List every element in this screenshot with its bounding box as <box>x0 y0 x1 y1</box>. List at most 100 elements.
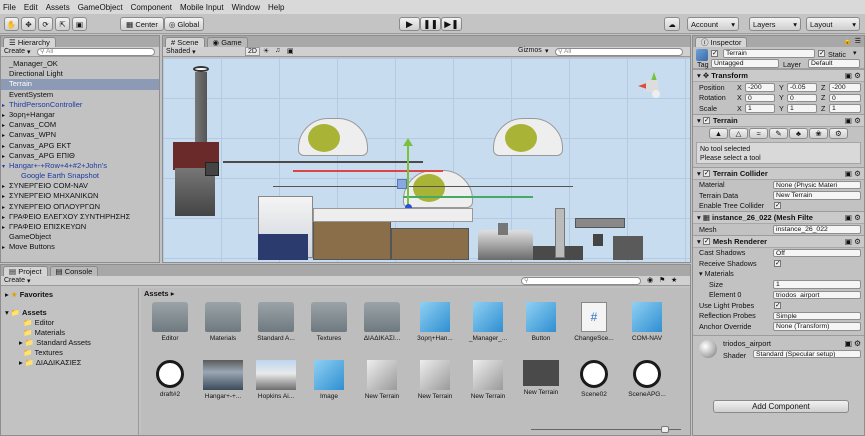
hierarchy-item[interactable]: Directional Light <box>1 69 159 79</box>
reflection-probes-dropdown[interactable]: Simple <box>773 311 861 320</box>
play-button[interactable]: ▶ <box>399 17 420 31</box>
filter-type-icon[interactable]: ◉ <box>647 276 653 284</box>
asset-item[interactable]: Hangar+-+... <box>200 360 246 400</box>
gizmos-dropdown[interactable]: Gizmos <box>518 47 542 54</box>
asset-item[interactable]: _Manager_... <box>465 302 511 342</box>
book-icon[interactable]: ▣ <box>845 116 852 125</box>
gizmo-plane-handle[interactable] <box>397 179 407 189</box>
account-dropdown[interactable]: Account ▾ <box>687 17 739 31</box>
hierarchy-item[interactable]: Terrain <box>1 79 159 90</box>
position-x-field[interactable]: -200 <box>745 83 775 92</box>
hierarchy-item[interactable]: ▸ ΣΥΝΕΡΓΕΙΟ COM-NAV <box>1 181 159 191</box>
active-checkbox[interactable]: ✓ <box>711 50 718 57</box>
audio-toggle-icon[interactable]: ♫ <box>275 47 280 54</box>
hierarchy-item[interactable]: ▸ ΣΥΝΕΡΓΕΙΟ ΜΗΧΑΝΙΚΩΝ <box>1 191 159 201</box>
terrain-enabled-checkbox[interactable]: ✓ <box>702 116 710 124</box>
project-tree-item[interactable]: ▸ 📁 Standard Assets <box>5 338 138 348</box>
transform-header[interactable]: ▾ ✥ Transform ▣ ⚙ <box>693 70 864 82</box>
space-toggle-button[interactable]: ◎ Global <box>164 17 204 31</box>
move-tool-icon[interactable]: ✥ <box>21 17 36 31</box>
asset-item[interactable]: ΔΙΑΔΙΚΑΣΙ... <box>359 302 405 342</box>
hierarchy-item[interactable]: ▸ Move Buttons <box>1 242 159 252</box>
menu-item-help[interactable]: Help <box>268 3 284 12</box>
menu-item-window[interactable]: Window <box>232 3 260 12</box>
menu-item-gameobject[interactable]: GameObject <box>78 3 123 12</box>
object-name-field[interactable]: Terrain <box>723 49 815 58</box>
place-trees-icon[interactable]: ♣ <box>789 128 808 139</box>
tab-project[interactable]: ▤ Project <box>3 266 48 276</box>
hierarchy-item[interactable]: ▸ Canvas_APG ΕΠΙΘ <box>1 151 159 161</box>
tab-hierarchy[interactable]: ☰ Hierarchy <box>3 37 56 47</box>
smooth-height-icon[interactable]: ≈ <box>749 128 768 139</box>
tab-inspector[interactable]: ⓘ Inspector <box>695 37 748 47</box>
gear-icon[interactable]: ⚙ <box>854 339 861 348</box>
project-tree-item[interactable]: 📁 Textures <box>5 348 138 358</box>
anchor-override-field[interactable]: None (Transform) <box>773 322 861 331</box>
hand-tool-icon[interactable]: ✋ <box>4 17 19 31</box>
asset-item[interactable]: Standard A... <box>253 302 299 342</box>
materials-row[interactable]: ▾ Materials <box>693 269 864 280</box>
gear-icon[interactable]: ⚙ <box>854 213 861 222</box>
paint-texture-icon[interactable]: ✎ <box>769 128 788 139</box>
cloud-icon[interactable]: ☁ <box>664 17 680 31</box>
book-icon[interactable]: ▣ <box>845 237 852 246</box>
tab-scene[interactable]: # Scene <box>165 37 205 47</box>
hierarchy-item[interactable]: ▸ ΓΡΑΦΕΙΟ ΕΛΕΓΧΟΥ ΣΥΝΤΗΡΗΣΗΣ <box>1 212 159 222</box>
tab-console[interactable]: ▤ Console <box>49 266 99 276</box>
project-search-input[interactable]: ⚲ <box>521 277 641 285</box>
menu-item-file[interactable]: File <box>3 3 16 12</box>
foldout-arrow-icon[interactable]: ▸ <box>2 131 9 140</box>
foldout-arrow-icon[interactable]: ▸ <box>2 152 9 161</box>
tab-game[interactable]: ◉ Game <box>206 37 248 47</box>
project-tree-item[interactable]: 📁 Editor <box>5 318 138 328</box>
asset-item[interactable]: # ChangeSce... <box>571 302 617 342</box>
hierarchy-create-button[interactable]: Create <box>4 48 25 55</box>
foldout-arrow-icon[interactable]: ▾ <box>2 162 9 171</box>
favorites-item[interactable]: ▸ ★ Favorites <box>5 290 138 300</box>
gizmo-y-axis[interactable] <box>407 144 409 206</box>
tree-collider-checkbox[interactable]: ✓ <box>774 202 781 210</box>
shader-dropdown[interactable]: Standard (Specular setup) <box>753 349 861 358</box>
asset-item[interactable]: COM-NAV <box>624 302 670 342</box>
scene-orientation-gizmo-icon[interactable] <box>638 72 666 100</box>
foldout-arrow-icon[interactable]: ▸ <box>2 111 9 120</box>
breadcrumb-assets[interactable]: Assets <box>144 289 169 298</box>
gizmo-y-arrow-icon[interactable] <box>403 138 413 146</box>
position-y-field[interactable]: -0.05 <box>787 83 817 92</box>
static-checkbox[interactable]: ✓ <box>818 50 825 57</box>
assets-tree-item[interactable]: ▾ 📁 Assets <box>5 308 138 318</box>
hierarchy-item[interactable]: ▸ Canvas_COM <box>1 120 159 130</box>
terrain-collider-header[interactable]: ▾ ✓ Terrain Collider ▣ ⚙ <box>693 167 864 180</box>
hierarchy-item[interactable]: ▸ Canvas_WPN <box>1 130 159 140</box>
project-create-button[interactable]: Create <box>4 277 25 284</box>
rotation-z-field[interactable]: 0 <box>829 93 861 102</box>
project-tree-item[interactable]: 📁 Materials <box>5 328 138 338</box>
asset-item[interactable]: 3ορη+Han... <box>412 302 458 342</box>
foldout-arrow-icon[interactable]: ▸ <box>2 121 9 130</box>
mesh-field[interactable]: instance_26_022 <box>773 225 861 234</box>
hierarchy-item[interactable]: Google Earth Snapshot <box>1 171 159 181</box>
hierarchy-item[interactable]: ▸ ThirdPersonController <box>1 100 159 110</box>
book-icon[interactable]: ▣ <box>845 169 852 178</box>
asset-item[interactable]: Hopkins Ai... <box>253 360 299 400</box>
terrain-header[interactable]: ▾ ✓ Terrain ▣ ⚙ <box>693 114 864 127</box>
hierarchy-search-input[interactable]: ⚲ All <box>37 48 155 56</box>
hierarchy-item[interactable]: ▸ ΓΡΑΦΕΙΟ ΕΠΙΣΚΕΥΩΝ <box>1 222 159 232</box>
slider-thumb[interactable] <box>661 426 669 433</box>
effects-toggle-icon[interactable]: ▣ <box>287 47 294 55</box>
mesh-filter-header[interactable]: ▾ ▦ instance_26_022 (Mesh Filte ▣ ⚙ <box>693 212 864 224</box>
gear-icon[interactable]: ⚙ <box>854 169 861 178</box>
scene-search-input[interactable]: ⚲ All <box>555 48 683 56</box>
add-component-button[interactable]: Add Component <box>713 400 849 413</box>
hierarchy-item[interactable]: ▸ Canvas_APG EKT <box>1 141 159 151</box>
book-icon[interactable]: ▣ <box>844 339 852 348</box>
asset-item[interactable]: SceneAPG... <box>624 360 670 398</box>
raise-terrain-icon[interactable]: ▲ <box>709 128 728 139</box>
asset-item[interactable]: New Terrain <box>518 360 564 396</box>
asset-item[interactable]: Image <box>306 360 352 400</box>
dropdown-arrow-icon[interactable]: ▾ <box>853 49 857 57</box>
asset-item[interactable]: Button <box>518 302 564 342</box>
scale-z-field[interactable]: 1 <box>829 104 861 113</box>
foldout-arrow-icon[interactable]: ▸ <box>2 213 9 222</box>
mode-2d-button[interactable]: 2D <box>245 47 260 56</box>
